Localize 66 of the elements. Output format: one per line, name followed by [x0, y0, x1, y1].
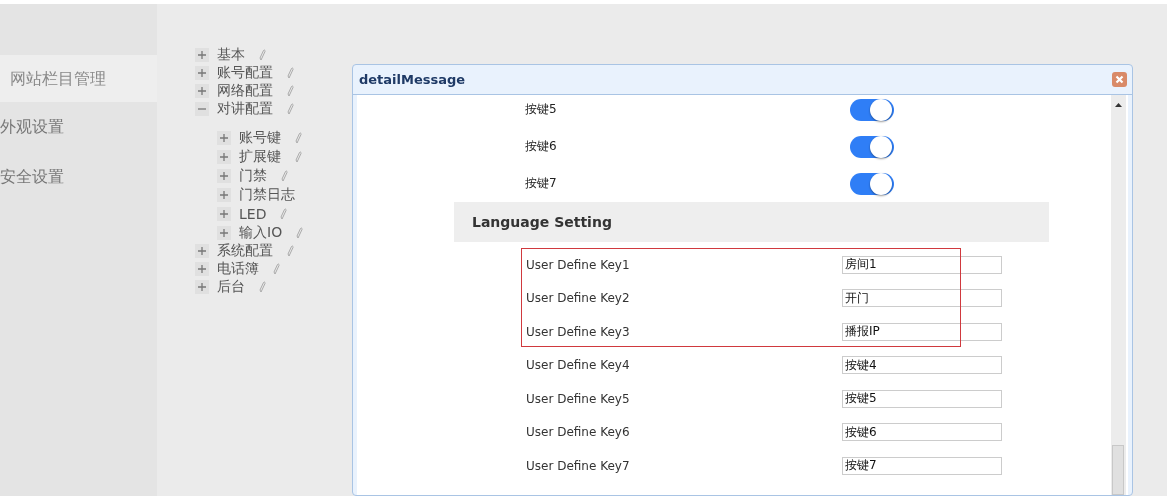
- tree-item[interactable]: 系统配置: [217, 242, 273, 260]
- tree-item[interactable]: 账号配置: [217, 64, 273, 82]
- expand-button[interactable]: [195, 84, 209, 98]
- expand-button[interactable]: [195, 280, 209, 294]
- pencil-icon[interactable]: [259, 49, 266, 61]
- pencil-icon[interactable]: [280, 207, 288, 220]
- pencil-icon[interactable]: [287, 245, 294, 257]
- tree-item[interactable]: 电话簿: [217, 260, 259, 278]
- pencil-icon[interactable]: [287, 85, 294, 97]
- expand-button[interactable]: [217, 225, 231, 240]
- tree-item[interactable]: 基本: [217, 46, 245, 64]
- pencil-icon[interactable]: [295, 150, 302, 163]
- expand-button[interactable]: [217, 168, 231, 183]
- input-field[interactable]: 按键7: [842, 456, 1002, 475]
- tree-item[interactable]: LED: [239, 205, 267, 222]
- input-field[interactable]: 播报IP: [842, 322, 1002, 341]
- field-label: User Define Key7: [526, 458, 631, 473]
- expand-button[interactable]: [217, 206, 231, 221]
- toggle-label: 按键5: [524, 101, 558, 118]
- expand-button[interactable]: [195, 262, 209, 276]
- scroll-up-icon[interactable]: [1115, 103, 1122, 107]
- sidebar-item[interactable]: 外观设置: [0, 102, 157, 152]
- toggle-switch[interactable]: [850, 98, 894, 121]
- pencil-icon[interactable]: [281, 169, 288, 182]
- toggle-switch[interactable]: [850, 172, 894, 195]
- expand-button[interactable]: [217, 187, 231, 202]
- toggle-label: 按键7: [524, 175, 558, 192]
- tree-item[interactable]: 扩展键: [239, 147, 281, 166]
- expand-button[interactable]: [217, 130, 231, 145]
- scroll-thumb[interactable]: [1112, 445, 1124, 495]
- tree-item[interactable]: 门禁: [239, 166, 267, 185]
- close-button[interactable]: [1112, 72, 1127, 87]
- expand-button[interactable]: [195, 244, 209, 258]
- input-field[interactable]: 按键5: [842, 389, 1002, 408]
- tree-item[interactable]: 输入IO: [239, 223, 283, 242]
- toggle-switch[interactable]: [850, 135, 894, 158]
- pencil-icon[interactable]: [287, 67, 294, 79]
- pencil-icon[interactable]: [273, 263, 280, 275]
- input-field[interactable]: 按键4: [842, 356, 1002, 375]
- sidebar-item[interactable]: 安全设置: [0, 152, 157, 202]
- toggle-label: 按键6: [524, 138, 558, 155]
- expand-button[interactable]: [217, 149, 231, 164]
- tree-item[interactable]: 账号键: [239, 128, 281, 147]
- field-label: User Define Key6: [526, 425, 631, 440]
- scrollbar[interactable]: [1111, 95, 1126, 495]
- input-field[interactable]: 开门: [842, 289, 1002, 308]
- field-label: User Define Key2: [526, 291, 631, 306]
- tree-item[interactable]: 门禁日志: [239, 185, 295, 204]
- section-title: Language Setting: [472, 214, 612, 230]
- pencil-icon[interactable]: [287, 103, 294, 115]
- expand-button[interactable]: [195, 48, 209, 62]
- tree-item[interactable]: 后台: [217, 278, 245, 296]
- input-field[interactable]: 按键6: [842, 423, 1002, 442]
- field-label: User Define Key3: [526, 324, 631, 339]
- pencil-icon[interactable]: [296, 226, 304, 239]
- collapse-button[interactable]: [195, 102, 209, 116]
- expand-button[interactable]: [195, 66, 209, 80]
- input-field[interactable]: 房间1: [842, 255, 1002, 274]
- pencil-icon[interactable]: [259, 281, 266, 293]
- field-label: User Define Key1: [526, 257, 631, 272]
- tree-item[interactable]: 网络配置: [217, 82, 273, 100]
- tree-item[interactable]: 对讲配置: [217, 100, 273, 118]
- field-label: User Define Key5: [526, 391, 631, 406]
- dialog-title: detailMessage: [359, 72, 466, 87]
- pencil-icon[interactable]: [295, 131, 302, 144]
- field-label: User Define Key4: [526, 358, 631, 373]
